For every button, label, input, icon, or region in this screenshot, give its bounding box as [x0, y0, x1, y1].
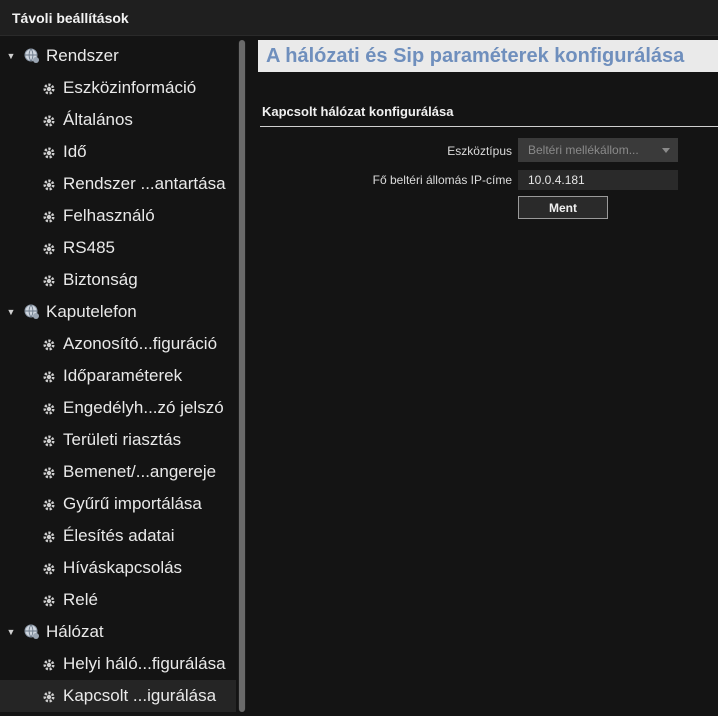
sidebar-scrollbar[interactable]	[238, 40, 246, 712]
settings-sidebar: ▼ Rendszer Eszközinformáció Általános Id…	[0, 36, 248, 716]
gear-icon	[42, 593, 56, 607]
sidebar-item-ido[interactable]: Idő	[0, 136, 236, 168]
sidebar-item-kapcsolt-halozat-konfiguralasa[interactable]: Kapcsolt ...igurálása	[0, 680, 236, 712]
gear-icon	[42, 337, 56, 351]
sidebar-item-label: Azonosító...figuráció	[63, 334, 218, 353]
settings-tree: ▼ Rendszer Eszközinformáció Általános Id…	[0, 40, 236, 712]
sidebar-item-engedelyezo-jelszo[interactable]: Engedélyh...zó jelszó	[0, 392, 236, 424]
sidebar-item-helyi-halozat-konfiguralasa[interactable]: Helyi háló...figurálása	[0, 648, 236, 680]
window-title-bar: Távoli beállítások	[0, 0, 718, 36]
sidebar-item-hivaskapcsolas[interactable]: Híváskapcsolás	[0, 552, 236, 584]
sidebar-item-gyuru-importalasa[interactable]: Gyűrű importálása	[0, 488, 236, 520]
gear-icon	[42, 657, 56, 671]
sidebar-item-label: Gyűrű importálása	[63, 494, 202, 513]
ip-address-value: 10.0.4.181	[528, 173, 585, 187]
sidebar-item-label: Eszközinformáció	[63, 78, 197, 97]
gear-icon	[42, 433, 56, 447]
sidebar-item-label: Általános	[63, 110, 133, 129]
gear-icon	[42, 529, 56, 543]
ip-address-field[interactable]: 10.0.4.181	[518, 170, 678, 190]
globe-gear-icon	[24, 304, 40, 320]
sidebar-item-azonosito-konfiguracio[interactable]: Azonosító...figuráció	[0, 328, 236, 360]
sidebar-item-label: Rendszer ...antartása	[63, 174, 226, 193]
window-title: Távoli beállítások	[12, 9, 129, 26]
gear-icon	[42, 401, 56, 415]
sidebar-item-eszkozinformacio[interactable]: Eszközinformáció	[0, 72, 236, 104]
gear-icon	[42, 497, 56, 511]
tree-group-kaputelefon[interactable]: ▼ Kaputelefon	[0, 296, 236, 328]
sidebar-item-label: Időparaméterek	[63, 366, 183, 385]
gear-icon	[42, 241, 56, 255]
gear-icon	[42, 561, 56, 575]
gear-icon	[42, 465, 56, 479]
gear-icon	[42, 81, 56, 95]
caret-down-icon[interactable]: ▼	[6, 627, 16, 637]
device-type-label: Eszköztípus	[447, 144, 512, 158]
sidebar-item-altalanos[interactable]: Általános	[0, 104, 236, 136]
sidebar-item-label: Engedélyh...zó jelszó	[63, 398, 224, 417]
sidebar-item-rendszer-karbantartasa[interactable]: Rendszer ...antartása	[0, 168, 236, 200]
sidebar-item-biztonsag[interactable]: Biztonság	[0, 264, 236, 296]
globe-gear-icon	[24, 48, 40, 64]
sidebar-item-label: Relé	[63, 590, 98, 609]
save-button[interactable]: Ment	[518, 196, 608, 219]
sidebar-item-label: Híváskapcsolás	[63, 558, 183, 577]
page-title: A hálózati és Sip paraméterek konfigurál…	[258, 40, 718, 72]
sidebar-item-label: RS485	[63, 238, 115, 257]
gear-icon	[42, 113, 56, 127]
gear-icon	[42, 145, 56, 159]
sidebar-item-label: Területi riasztás	[63, 430, 182, 449]
gear-icon	[42, 177, 56, 191]
sidebar-item-label: Élesítés adatai	[63, 526, 175, 545]
sidebar-item-bemenet-hangereje[interactable]: Bemenet/...angereje	[0, 456, 236, 488]
tree-group-halozat[interactable]: ▼ Hálózat	[0, 616, 236, 648]
tree-group-label: Kaputelefon	[46, 302, 137, 321]
sidebar-item-rs485[interactable]: RS485	[0, 232, 236, 264]
globe-gear-icon	[24, 624, 40, 640]
sidebar-item-rele[interactable]: Relé	[0, 584, 236, 616]
sidebar-item-label: Felhasználó	[63, 206, 155, 225]
gear-icon	[42, 689, 56, 703]
gear-icon	[42, 273, 56, 287]
device-type-select[interactable]: Beltéri mellékállom...	[518, 138, 678, 162]
tree-group-rendszer[interactable]: ▼ Rendszer	[0, 40, 236, 72]
main-panel: A hálózati és Sip paraméterek konfigurál…	[252, 36, 718, 716]
gear-icon	[42, 369, 56, 383]
tree-group-label: Hálózat	[46, 622, 104, 641]
sidebar-item-label: Helyi háló...figurálása	[63, 654, 226, 673]
ip-address-label: Fő beltéri állomás IP-címe	[372, 173, 512, 187]
tree-group-label: Rendszer	[46, 46, 119, 65]
sidebar-item-label: Idő	[63, 142, 87, 161]
sidebar-item-label: Biztonság	[63, 270, 138, 289]
scrollbar-thumb[interactable]	[239, 40, 245, 712]
section-title: Kapcsolt hálózat konfigurálása	[262, 104, 454, 119]
sidebar-item-idoparameterek[interactable]: Időparaméterek	[0, 360, 236, 392]
caret-down-icon[interactable]: ▼	[6, 307, 16, 317]
chevron-down-icon	[662, 148, 670, 153]
gear-icon	[42, 209, 56, 223]
device-type-value: Beltéri mellékállom...	[528, 143, 639, 157]
sidebar-item-felhasznalo[interactable]: Felhasználó	[0, 200, 236, 232]
sidebar-item-elesites-adatai[interactable]: Élesítés adatai	[0, 520, 236, 552]
sidebar-item-label: Kapcsolt ...igurálása	[63, 686, 217, 705]
caret-down-icon[interactable]: ▼	[6, 51, 16, 61]
sidebar-item-teruleti-riasztas[interactable]: Területi riasztás	[0, 424, 236, 456]
section-divider	[260, 126, 718, 127]
sidebar-item-label: Bemenet/...angereje	[63, 462, 217, 481]
